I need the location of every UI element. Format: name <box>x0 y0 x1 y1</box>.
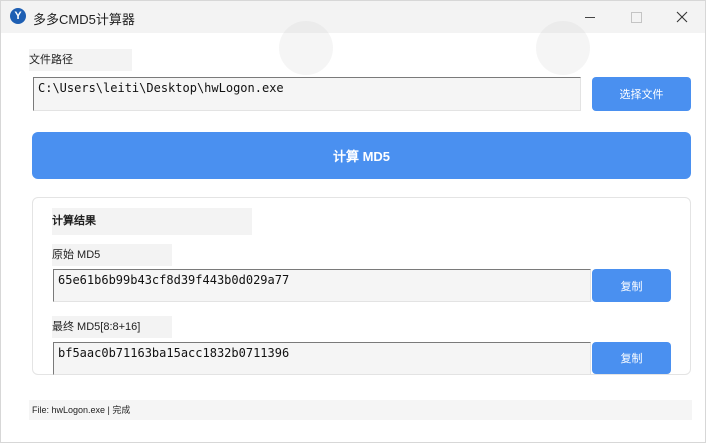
file-path-input[interactable]: C:\Users\leiti\Desktop\hwLogon.exe <box>33 77 581 111</box>
final-md5-label: 最终 MD5[8:8+16] <box>52 316 172 338</box>
original-md5-label: 原始 MD5 <box>52 244 172 266</box>
maximize-icon <box>630 11 642 23</box>
status-bar: File: hwLogon.exe | 完成 <box>29 400 692 420</box>
result-panel: 计算结果 原始 MD5 65e61b6b99b43cf8d39f443b0d02… <box>32 197 691 375</box>
copy-original-md5-button[interactable]: 复制 <box>592 269 671 302</box>
browse-file-button[interactable]: 选择文件 <box>592 77 691 111</box>
close-button[interactable] <box>659 1 705 33</box>
original-md5-field[interactable]: 65e61b6b99b43cf8d39f443b0d029a77 <box>53 269 591 302</box>
close-icon <box>676 11 688 23</box>
app-logo-icon: Y <box>10 8 26 24</box>
minimize-icon <box>585 16 595 18</box>
minimize-button[interactable] <box>567 1 613 33</box>
app-window: Y 多多CMD5计算器 文件路径 C:\Users\leiti\Desktop\… <box>0 0 706 443</box>
window-title: 多多CMD5计算器 <box>33 12 135 27</box>
title-bar: Y 多多CMD5计算器 <box>1 1 705 33</box>
maximize-button[interactable] <box>613 1 659 33</box>
file-path-label: 文件路径 <box>29 49 132 71</box>
final-md5-field[interactable]: bf5aac0b71163ba15acc1832b0711396 <box>53 342 591 375</box>
compute-md5-button[interactable]: 计算 MD5 <box>32 132 691 179</box>
result-title: 计算结果 <box>52 208 252 235</box>
main-content: 文件路径 C:\Users\leiti\Desktop\hwLogon.exe … <box>1 21 705 442</box>
copy-final-md5-button[interactable]: 复制 <box>592 342 671 374</box>
